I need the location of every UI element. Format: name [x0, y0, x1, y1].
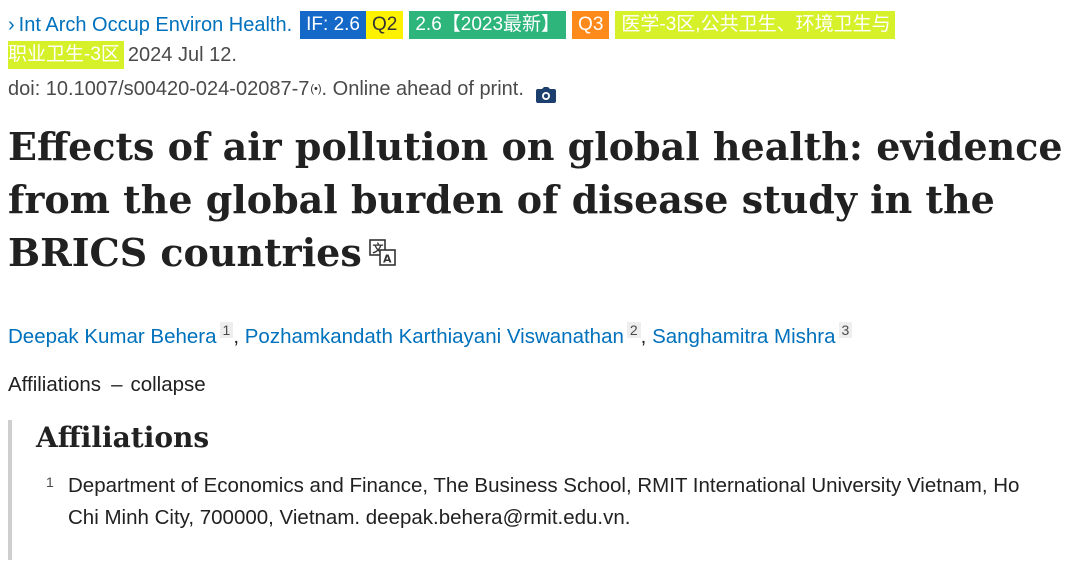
citation-line-2: 职业卫生-3区 2024 Jul 12.: [8, 40, 1072, 70]
author-link[interactable]: Sanghamitra Mishra: [652, 325, 835, 348]
affiliation-number: 1: [46, 474, 54, 490]
affiliation-item: 1 Department of Economics and Finance, T…: [36, 470, 1072, 534]
jcr-quartile-badge[interactable]: Q2: [366, 11, 404, 39]
article-title: Effects of air pollution on global healt…: [8, 120, 1072, 279]
affiliation-ref[interactable]: 2: [626, 322, 641, 338]
publication-status: . Online ahead of print.: [321, 78, 524, 100]
author-list: Deepak Kumar Behera 1, Pozhamkandath Kart…: [8, 315, 1072, 352]
affiliation-ref[interactable]: 3: [838, 322, 853, 338]
journal-link[interactable]: › Int Arch Occup Environ Health.: [8, 10, 292, 40]
impact-factor-badge[interactable]: IF: 2.6: [300, 11, 366, 39]
translate-icon[interactable]: 文 A: [368, 228, 398, 266]
collapse-link[interactable]: collapse: [130, 373, 205, 396]
doi-line: doi: 10.1007/s00420-024-02087-7 (•). Onli…: [8, 74, 1072, 104]
camera-icon[interactable]: [535, 82, 556, 103]
affiliation-text: Department of Economics and Finance, The…: [68, 474, 1020, 529]
doi-text: doi: 10.1007/s00420-024-02087-7: [8, 78, 310, 100]
affiliations-heading: Affiliations: [36, 421, 210, 454]
citation-line: › Int Arch Occup Environ Health. IF: 2.6 Q…: [8, 10, 1072, 40]
chevron-right-icon: ›: [8, 14, 15, 36]
category-badge-continued[interactable]: 职业卫生-3区: [8, 41, 124, 69]
doi-marker[interactable]: (•): [310, 74, 321, 104]
svg-text:A: A: [383, 253, 392, 266]
author-link[interactable]: Pozhamkandath Karthiayani Viswanathan: [245, 325, 624, 348]
category-badge[interactable]: 医学-3区,公共卫生、环境卫生与: [615, 11, 895, 39]
affiliations-panel: Affiliations 1 Department of Economics a…: [8, 420, 1072, 560]
affiliations-toggle[interactable]: Affiliations – collapse: [8, 370, 1072, 400]
article-title-text: Effects of air pollution on global healt…: [8, 124, 1063, 275]
journal-name: Int Arch Occup Environ Health.: [18, 14, 293, 36]
article-header: › Int Arch Occup Environ Health. IF: 2.6 Q…: [8, 10, 1072, 560]
affiliations-toggle-label: Affiliations: [8, 373, 102, 396]
publication-date: 2024 Jul 12.: [127, 44, 237, 66]
toggle-dash: –: [111, 373, 123, 396]
cas-score-badge[interactable]: 2.6【2023最新】: [409, 11, 567, 39]
affiliation-ref[interactable]: 1: [219, 322, 234, 338]
author-link[interactable]: Deepak Kumar Behera: [8, 325, 217, 348]
cas-quartile-badge[interactable]: Q3: [572, 11, 610, 39]
